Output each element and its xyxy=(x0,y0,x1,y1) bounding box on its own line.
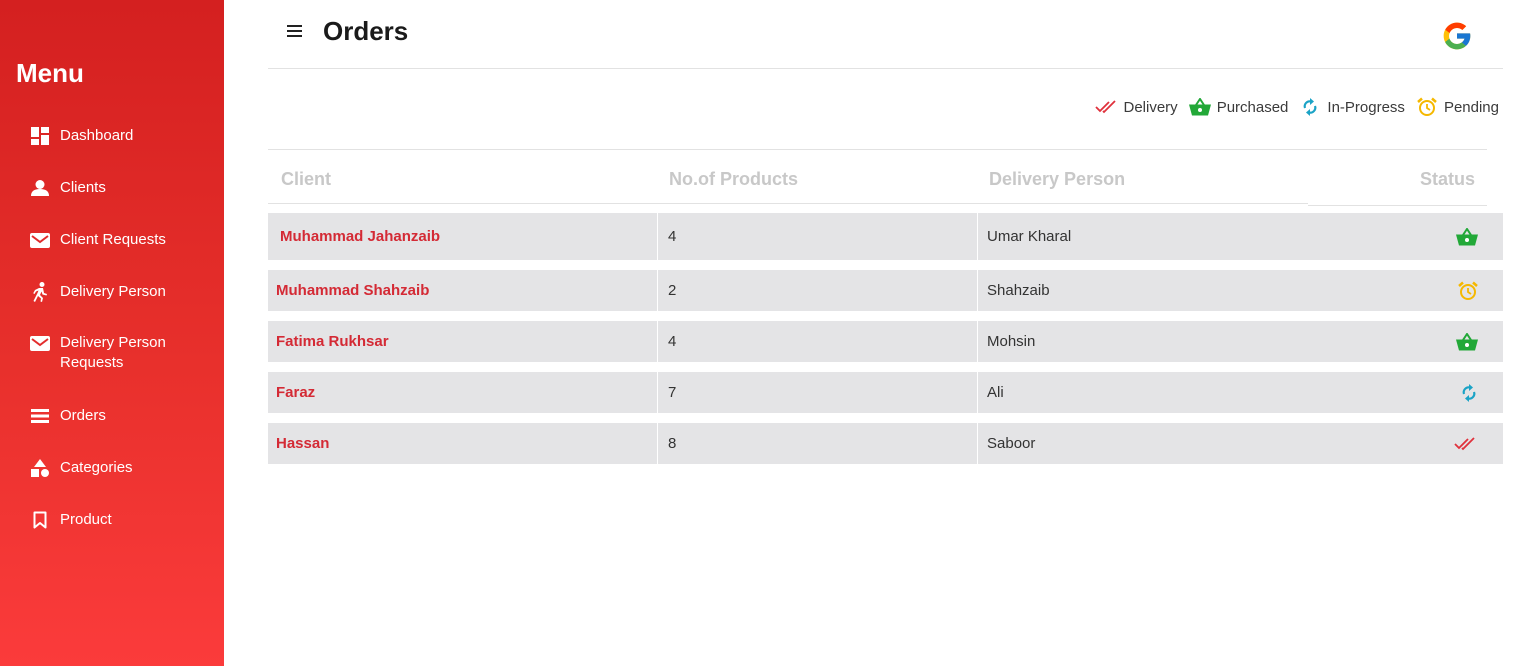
legend-label: In-Progress xyxy=(1327,98,1405,116)
hamburger-icon[interactable] xyxy=(286,24,306,44)
delivery-person-name: Mohsin xyxy=(977,321,1337,362)
table-row[interactable]: Fatima Rukhsar 4 Mohsin xyxy=(268,321,1503,362)
client-name[interactable]: Faraz xyxy=(268,372,657,413)
client-name[interactable]: Fatima Rukhsar xyxy=(268,321,657,362)
delivery-person-name: Saboor xyxy=(977,423,1337,464)
column-header-status: Status xyxy=(1419,169,1475,189)
sidebar-item-label: Delivery Person Requests xyxy=(60,334,166,371)
products-count: 7 xyxy=(657,372,977,413)
basket-icon xyxy=(1188,96,1212,118)
sidebar-item-label: Delivery Person xyxy=(60,283,166,300)
sidebar-item-delivery-person-requests[interactable]: Delivery Person Requests xyxy=(30,333,190,373)
dashboard-icon xyxy=(30,126,50,146)
legend-delivery: Delivery xyxy=(1094,96,1178,118)
sidebar-item-label: Dashboard xyxy=(60,127,134,144)
shapes-icon xyxy=(30,458,50,478)
status-legend: Delivery Purchased In-Progress Pending xyxy=(1085,96,1499,118)
products-count: 4 xyxy=(657,213,977,260)
sync-icon xyxy=(1298,96,1322,118)
basket-icon xyxy=(1448,321,1478,362)
products-count: 2 xyxy=(657,270,977,311)
page-title: Orders xyxy=(323,16,409,46)
client-name[interactable]: Hassan xyxy=(268,423,657,464)
envelope-icon xyxy=(30,230,50,250)
client-name[interactable]: Muhammad Jahanzaib xyxy=(268,213,657,260)
google-icon[interactable] xyxy=(1441,20,1473,52)
sidebar-item-client-requests[interactable]: Client Requests xyxy=(30,230,190,250)
client-name[interactable]: Muhammad Shahzaib xyxy=(268,270,657,311)
basket-icon xyxy=(1448,213,1478,260)
column-header-products: No.of Products xyxy=(669,169,798,189)
sidebar-item-clients[interactable]: Clients xyxy=(30,178,190,198)
envelope-icon xyxy=(30,333,50,353)
delivery-person-name: Ali xyxy=(977,372,1337,413)
sidebar-item-label: Orders xyxy=(60,407,106,424)
column-header-delivery-person: Delivery Person xyxy=(989,169,1126,189)
user-icon xyxy=(30,178,50,198)
sidebar-item-categories[interactable]: Categories xyxy=(30,458,190,478)
double-check-icon xyxy=(1448,423,1478,464)
sidebar: Menu Dashboard Clients Client Requests D… xyxy=(0,0,224,666)
legend-in-progress: In-Progress xyxy=(1298,96,1405,118)
top-bar: Orders xyxy=(268,0,1503,69)
delivery-person-name: Umar Kharal xyxy=(977,213,1337,260)
delivery-person-name: Shahzaib xyxy=(977,270,1337,311)
orders-table: Client No.of Products Delivery Person St… xyxy=(268,149,1503,464)
sidebar-item-delivery-person[interactable]: Delivery Person xyxy=(30,282,190,302)
table-row[interactable]: Muhammad Jahanzaib 4 Umar Kharal xyxy=(268,213,1503,260)
legend-pending: Pending xyxy=(1415,96,1499,118)
table-row[interactable]: Muhammad Shahzaib 2 Shahzaib xyxy=(268,270,1503,311)
sidebar-item-dashboard[interactable]: Dashboard xyxy=(30,126,190,146)
legend-label: Purchased xyxy=(1216,98,1289,116)
legend-label: Delivery xyxy=(1123,98,1178,116)
table-row[interactable]: Hassan 8 Saboor xyxy=(268,423,1503,464)
table-row[interactable]: Faraz 7 Ali xyxy=(268,372,1503,413)
sidebar-item-product[interactable]: Product xyxy=(30,510,190,530)
sidebar-title: Menu xyxy=(16,58,84,88)
products-count: 8 xyxy=(657,423,977,464)
table-header: Client No.of Products Delivery Person St… xyxy=(268,149,1487,206)
sidebar-item-label: Client Requests xyxy=(60,231,166,248)
alarm-clock-icon xyxy=(1448,270,1478,311)
alarm-clock-icon xyxy=(1415,96,1439,118)
sidebar-item-label: Categories xyxy=(60,459,133,476)
bookmark-icon xyxy=(30,510,50,530)
column-header-client: Client xyxy=(281,169,332,189)
legend-label: Pending xyxy=(1443,98,1499,116)
sidebar-item-orders[interactable]: Orders xyxy=(30,406,190,426)
sync-icon xyxy=(1448,372,1478,413)
double-check-icon xyxy=(1094,96,1119,118)
legend-purchased: Purchased xyxy=(1188,96,1289,118)
sidebar-item-label: Clients xyxy=(60,179,106,196)
list-icon xyxy=(30,406,50,426)
running-person-icon xyxy=(30,282,50,302)
sidebar-item-label: Product xyxy=(60,511,112,528)
products-count: 4 xyxy=(657,321,977,362)
